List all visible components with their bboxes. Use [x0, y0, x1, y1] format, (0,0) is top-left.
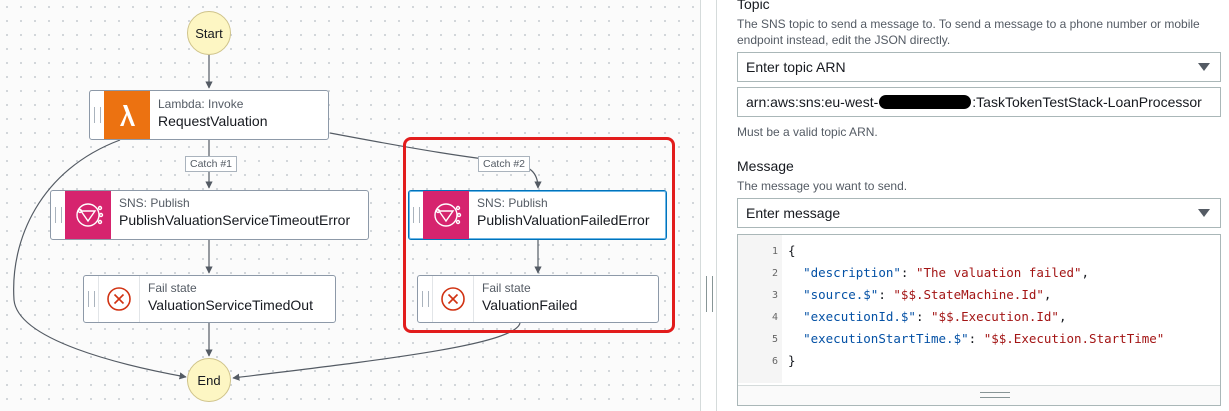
line-number: 3 — [771, 290, 778, 301]
node-name-label: PublishValuationServiceTimeoutError — [119, 212, 351, 229]
topic-description: The SNS topic to send a message to. To s… — [737, 17, 1200, 47]
code-line: "executionStartTime.$": "$$.Execution.St… — [803, 331, 1165, 346]
json-value: "The valuation failed" — [915, 265, 1082, 280]
chevron-down-icon — [1198, 209, 1210, 217]
end-node[interactable]: End — [187, 358, 231, 402]
highlight-box — [403, 137, 675, 333]
topic-mode-value: Enter topic ARN — [746, 59, 846, 75]
fail-x-icon — [98, 276, 140, 322]
line-number: 6 — [771, 356, 778, 367]
arn-prefix: arn:aws:sns:eu-west- — [746, 94, 879, 110]
message-json-editor[interactable]: 1 {2 "description": "The valuation failed… — [737, 234, 1221, 406]
code-line: } — [788, 353, 796, 368]
splitter-grip-icon[interactable] — [706, 276, 713, 312]
code-line: "source.$": "$$.StateMachine.Id", — [803, 287, 1052, 302]
line-number: 5 — [771, 334, 778, 345]
redacted-account-id — [879, 95, 972, 109]
topic-arn-input[interactable]: arn:aws:sns:eu-west- :TaskTokenTestStack… — [737, 87, 1221, 117]
sns-icon — [65, 191, 111, 239]
topic-label: Topic — [737, 0, 770, 12]
message-mode-value: Enter message — [746, 205, 841, 221]
node-type-label: SNS: Publish — [119, 196, 190, 210]
code-line: { — [788, 243, 796, 258]
node-type-label: Fail state — [148, 281, 197, 295]
resize-grip-icon — [980, 392, 1010, 398]
node-type-label: Lambda: Invoke — [158, 97, 244, 111]
node-name-label: ValuationServiceTimedOut — [148, 297, 313, 314]
json-key: "executionStartTime.$" — [803, 331, 969, 346]
topic-arn-hint: Must be a valid topic ARN. — [737, 125, 878, 139]
topic-mode-select[interactable]: Enter topic ARN — [737, 52, 1221, 82]
node-valuation-service-timed-out[interactable]: Fail state ValuationServiceTimedOut — [83, 275, 336, 323]
message-mode-select[interactable]: Enter message — [737, 198, 1221, 228]
code-line: "executionId.$": "$$.Execution.Id", — [803, 309, 1067, 324]
node-request-valuation[interactable]: Lambda: Invoke RequestValuation — [89, 90, 329, 140]
config-panel: Topic The SNS topic to send a message to… — [717, 0, 1229, 411]
line-number: 4 — [771, 312, 778, 323]
node-publish-timeout-error[interactable]: SNS: Publish PublishValuationServiceTime… — [50, 190, 369, 240]
editor-resize-handle[interactable] — [738, 385, 1220, 405]
json-value: "$$.Execution.Id" — [931, 309, 1059, 324]
arn-suffix: :TaskTokenTestStack-LoanProcessor — [972, 94, 1202, 110]
message-label: Message — [737, 158, 794, 174]
drag-handle-icon[interactable] — [84, 276, 98, 322]
panel-splitter[interactable] — [700, 0, 717, 411]
json-value: "$$.Execution.StartTime" — [983, 331, 1165, 346]
workflow-canvas[interactable]: Start Lambda: Invoke RequestValuation Ca… — [0, 0, 700, 411]
json-value: "$$.StateMachine.Id" — [893, 287, 1044, 302]
line-number: 1 — [771, 246, 778, 257]
line-number: 2 — [771, 268, 778, 279]
lambda-icon — [104, 91, 150, 139]
chevron-down-icon — [1198, 63, 1210, 71]
code-line: "description": "The valuation failed", — [803, 265, 1090, 280]
drag-handle-icon[interactable] — [51, 191, 65, 239]
edge-request-end-left — [13, 139, 187, 380]
node-name-label: RequestValuation — [158, 113, 268, 130]
json-key: "description" — [803, 265, 901, 280]
message-description: The message you want to send. — [737, 179, 908, 193]
catch-label-1: Catch #1 — [185, 156, 238, 172]
start-label: Start — [195, 25, 223, 41]
drag-handle-icon[interactable] — [90, 91, 104, 139]
end-label: End — [197, 372, 221, 388]
json-key: "executionId.$" — [803, 309, 916, 324]
json-key: "source.$" — [803, 287, 879, 302]
start-node[interactable]: Start — [187, 11, 231, 55]
